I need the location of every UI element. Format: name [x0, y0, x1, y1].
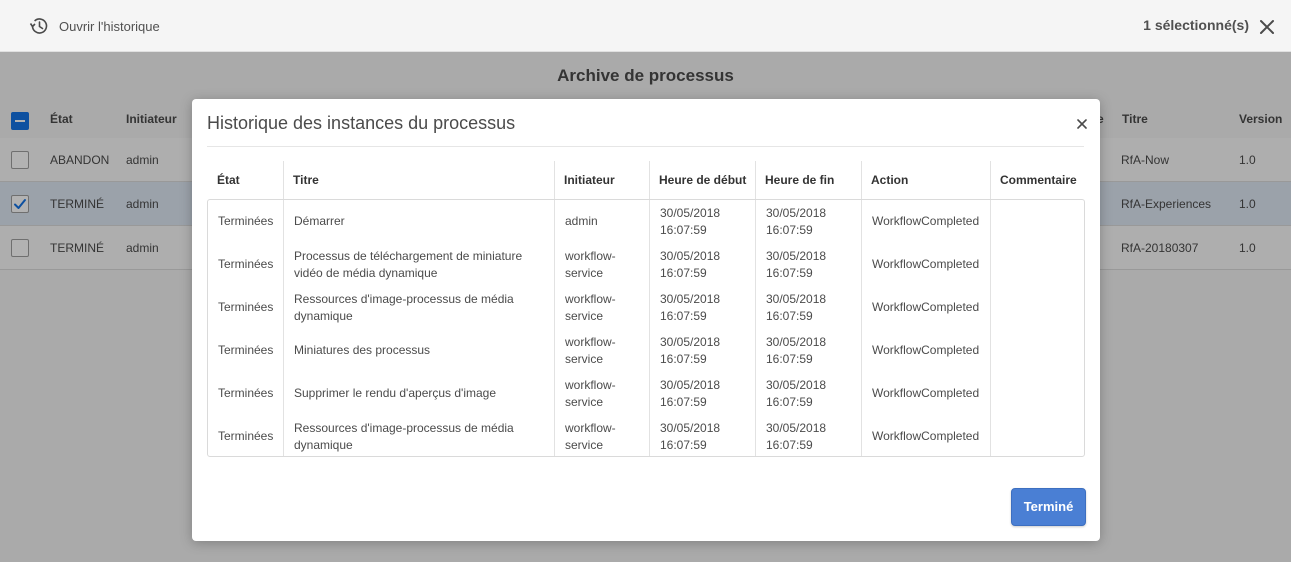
dialog-close-button[interactable] [1076, 117, 1088, 129]
header-title[interactable]: Titre [283, 161, 554, 199]
cell-end: 30/05/2018 16:07:59 [766, 248, 827, 280]
cell-title: Miniatures des processus [294, 343, 431, 357]
table-row[interactable]: Terminées Démarrer admin 30/05/2018 16:0… [208, 200, 1084, 243]
table-row[interactable]: Terminées Supprimer le rendu d'aperçus d… [208, 372, 1084, 415]
cell-state: Terminées [218, 300, 274, 314]
cell-comment [991, 243, 1084, 286]
selection-count: 1 sélectionné(s) [1143, 17, 1249, 33]
cell-initiator: workflow-service [565, 334, 616, 366]
table-row[interactable]: Terminées Miniatures des processus workf… [208, 329, 1084, 372]
header-comment[interactable]: Commentaire [990, 161, 1085, 199]
cell-comment [991, 200, 1084, 243]
close-selection-button[interactable] [1259, 19, 1275, 35]
dialog-title: Historique des instances du processus [207, 113, 516, 133]
cell-start: 30/05/2018 16:07:59 [660, 334, 721, 366]
history-dialog: Historique des instances du processus Ét… [192, 99, 1100, 541]
cell-action: WorkflowCompleted [872, 429, 980, 443]
table-row[interactable]: Terminées Ressources d'image-processus d… [208, 415, 1084, 458]
cell-end: 30/05/2018 16:07:59 [766, 377, 827, 409]
cell-comment [991, 286, 1084, 329]
cell-initiator: workflow-service [565, 248, 616, 280]
cell-title: Démarrer [294, 214, 345, 228]
history-table-body: Terminées Démarrer admin 30/05/2018 16:0… [207, 199, 1085, 457]
cell-comment [991, 329, 1084, 372]
cell-action: WorkflowCompleted [872, 214, 980, 228]
cell-initiator: admin [565, 214, 598, 228]
cell-title: Ressources d'image-processus de média dy… [294, 291, 514, 323]
cell-start: 30/05/2018 16:07:59 [660, 377, 721, 409]
cell-end: 30/05/2018 16:07:59 [766, 334, 827, 366]
cell-action: WorkflowCompleted [872, 343, 980, 357]
cell-start: 30/05/2018 16:07:59 [660, 420, 721, 452]
close-icon [1260, 20, 1274, 34]
header-end-time[interactable]: Heure de fin [755, 161, 861, 199]
dialog-divider [207, 146, 1084, 147]
header-initiator[interactable]: Initiateur [554, 161, 649, 199]
cell-start: 30/05/2018 16:07:59 [660, 205, 721, 237]
close-icon [1077, 119, 1087, 129]
cell-comment [991, 415, 1084, 458]
open-history-label: Ouvrir l'historique [59, 18, 160, 34]
cell-start: 30/05/2018 16:07:59 [660, 248, 721, 280]
cell-state: Terminées [218, 386, 274, 400]
cell-initiator: workflow-service [565, 291, 616, 323]
cell-end: 30/05/2018 16:07:59 [766, 205, 827, 237]
cell-initiator: workflow-service [565, 377, 616, 409]
cell-action: WorkflowCompleted [872, 300, 980, 314]
cell-action: WorkflowCompleted [872, 257, 980, 271]
cell-initiator: workflow-service [565, 420, 616, 452]
cell-start: 30/05/2018 16:07:59 [660, 291, 721, 323]
cell-comment [991, 372, 1084, 415]
cell-state: Terminées [218, 429, 274, 443]
cell-state: Terminées [218, 257, 274, 271]
cell-state: Terminées [218, 214, 274, 228]
header-action[interactable]: Action [861, 161, 990, 199]
cell-title: Ressources d'image-processus de média dy… [294, 420, 514, 452]
cell-title: Processus de téléchargement de miniature… [294, 248, 523, 280]
history-icon [29, 18, 48, 34]
open-history-button[interactable]: Ouvrir l'historique [28, 15, 160, 37]
header-state[interactable]: État [207, 161, 283, 199]
cell-title: Supprimer le rendu d'aperçus d'image [294, 386, 497, 400]
cell-state: Terminées [218, 343, 274, 357]
done-button[interactable]: Terminé [1011, 488, 1086, 526]
cell-action: WorkflowCompleted [872, 386, 980, 400]
table-row[interactable]: Terminées Processus de téléchargement de… [208, 243, 1084, 286]
cell-end: 30/05/2018 16:07:59 [766, 291, 827, 323]
cell-end: 30/05/2018 16:07:59 [766, 420, 827, 452]
header-start-time[interactable]: Heure de début [649, 161, 755, 199]
table-row[interactable]: Terminées Ressources d'image-processus d… [208, 286, 1084, 329]
action-bar: Ouvrir l'historique 1 sélectionné(s) [0, 0, 1291, 52]
